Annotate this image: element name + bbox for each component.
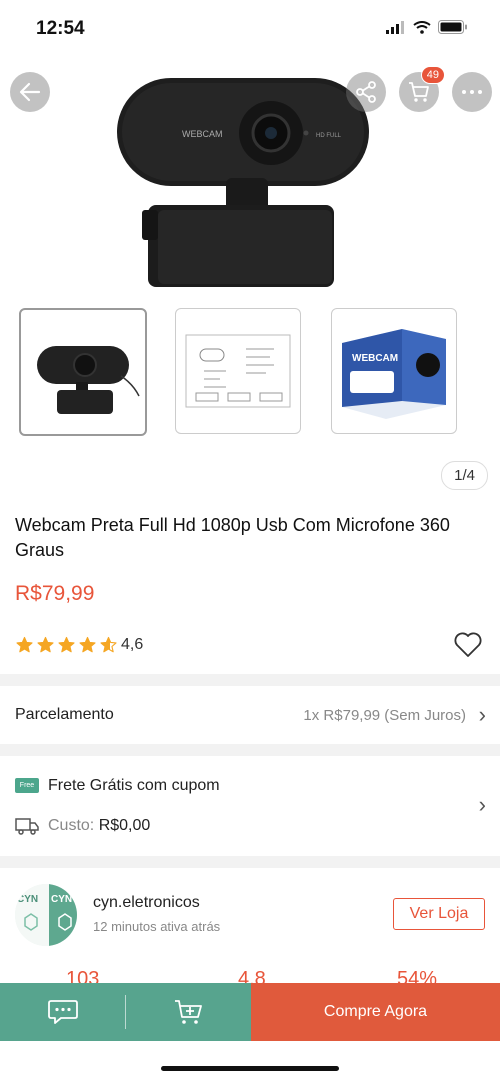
chat-icon <box>47 1000 78 1024</box>
rating-value: 4,6 <box>121 636 144 653</box>
seller-name[interactable]: cyn.eletronicos <box>93 894 200 912</box>
wifi-icon <box>413 20 431 34</box>
chevron-right-icon: › <box>478 792 486 817</box>
chevron-right-icon: › <box>478 702 486 727</box>
product-title: Webcam Preta Full Hd 1080p Usb Com Micro… <box>15 515 450 560</box>
share-button[interactable] <box>346 72 386 112</box>
product-price: R$79,99 <box>15 582 95 605</box>
truck-icon <box>15 818 39 835</box>
seller-active-status: 12 minutos ativa atrás <box>93 919 221 934</box>
signal-icon <box>386 20 404 34</box>
bottom-action-bar <box>0 983 251 1041</box>
add-to-cart-icon <box>174 1000 202 1024</box>
installments-row[interactable]: Parcelamento 1x R$79,99 (Sem Juros) › <box>0 686 500 744</box>
image-counter: 1/4 <box>441 461 488 490</box>
thumbnail-3[interactable]: WEBCAM <box>331 308 457 434</box>
free-shipping-title: Frete Grátis com cupom <box>48 777 220 794</box>
star-icon <box>16 636 33 653</box>
shipping-cost-label: Custo: <box>48 817 95 834</box>
status-icons <box>386 20 468 34</box>
avatar-text-2: CYN <box>51 894 72 905</box>
webcam-label: WEBCAM <box>182 129 223 139</box>
seller-stat-rating: 4,8 <box>238 968 266 984</box>
star-icon <box>58 636 75 653</box>
seller-avatar[interactable]: CYN CYN <box>15 884 77 946</box>
box-label: WEBCAM <box>352 353 398 364</box>
installments-value: 1x R$79,99 (Sem Juros) <box>303 707 466 724</box>
thumbnail-2[interactable] <box>175 308 301 434</box>
battery-icon <box>438 20 467 34</box>
add-to-cart-button[interactable] <box>126 983 251 1041</box>
cart-count-badge: 49 <box>420 66 445 84</box>
star-icon <box>100 636 117 653</box>
installments-label: Parcelamento <box>15 706 114 723</box>
free-badge-text: Free <box>19 782 35 789</box>
shipping-section[interactable]: Free Frete Grátis com cupom Custo: R$0,0… <box>0 756 500 856</box>
view-store-button[interactable]: Ver Loja <box>393 898 485 930</box>
arrow-left-icon <box>19 82 41 102</box>
back-button[interactable] <box>10 72 50 112</box>
cart-button[interactable]: 49 <box>399 66 445 112</box>
seller-stat-products: 103 <box>66 968 100 984</box>
favorite-button[interactable] <box>454 632 482 663</box>
share-icon <box>356 81 376 103</box>
more-icon <box>462 90 482 94</box>
home-indicator <box>161 1066 339 1071</box>
more-button[interactable] <box>452 72 492 112</box>
thumbnail-1[interactable] <box>19 308 147 436</box>
heart-icon <box>454 632 482 657</box>
hd-label: HD FULL <box>316 133 342 139</box>
divider <box>0 744 500 756</box>
shipping-cost-value: R$0,00 <box>98 817 151 834</box>
avatar-text: CYN <box>17 894 38 905</box>
divider <box>0 856 500 868</box>
chat-button[interactable] <box>0 983 125 1041</box>
divider <box>0 674 500 686</box>
status-time: 12:54 <box>36 18 85 39</box>
star-icon <box>79 636 96 653</box>
star-icon <box>37 636 54 653</box>
free-shipping-icon: Free <box>15 778 39 793</box>
seller-stat-response: 54% <box>397 968 438 984</box>
buy-now-button[interactable]: Compre Agora <box>251 983 500 1041</box>
rating-stars <box>15 636 118 654</box>
